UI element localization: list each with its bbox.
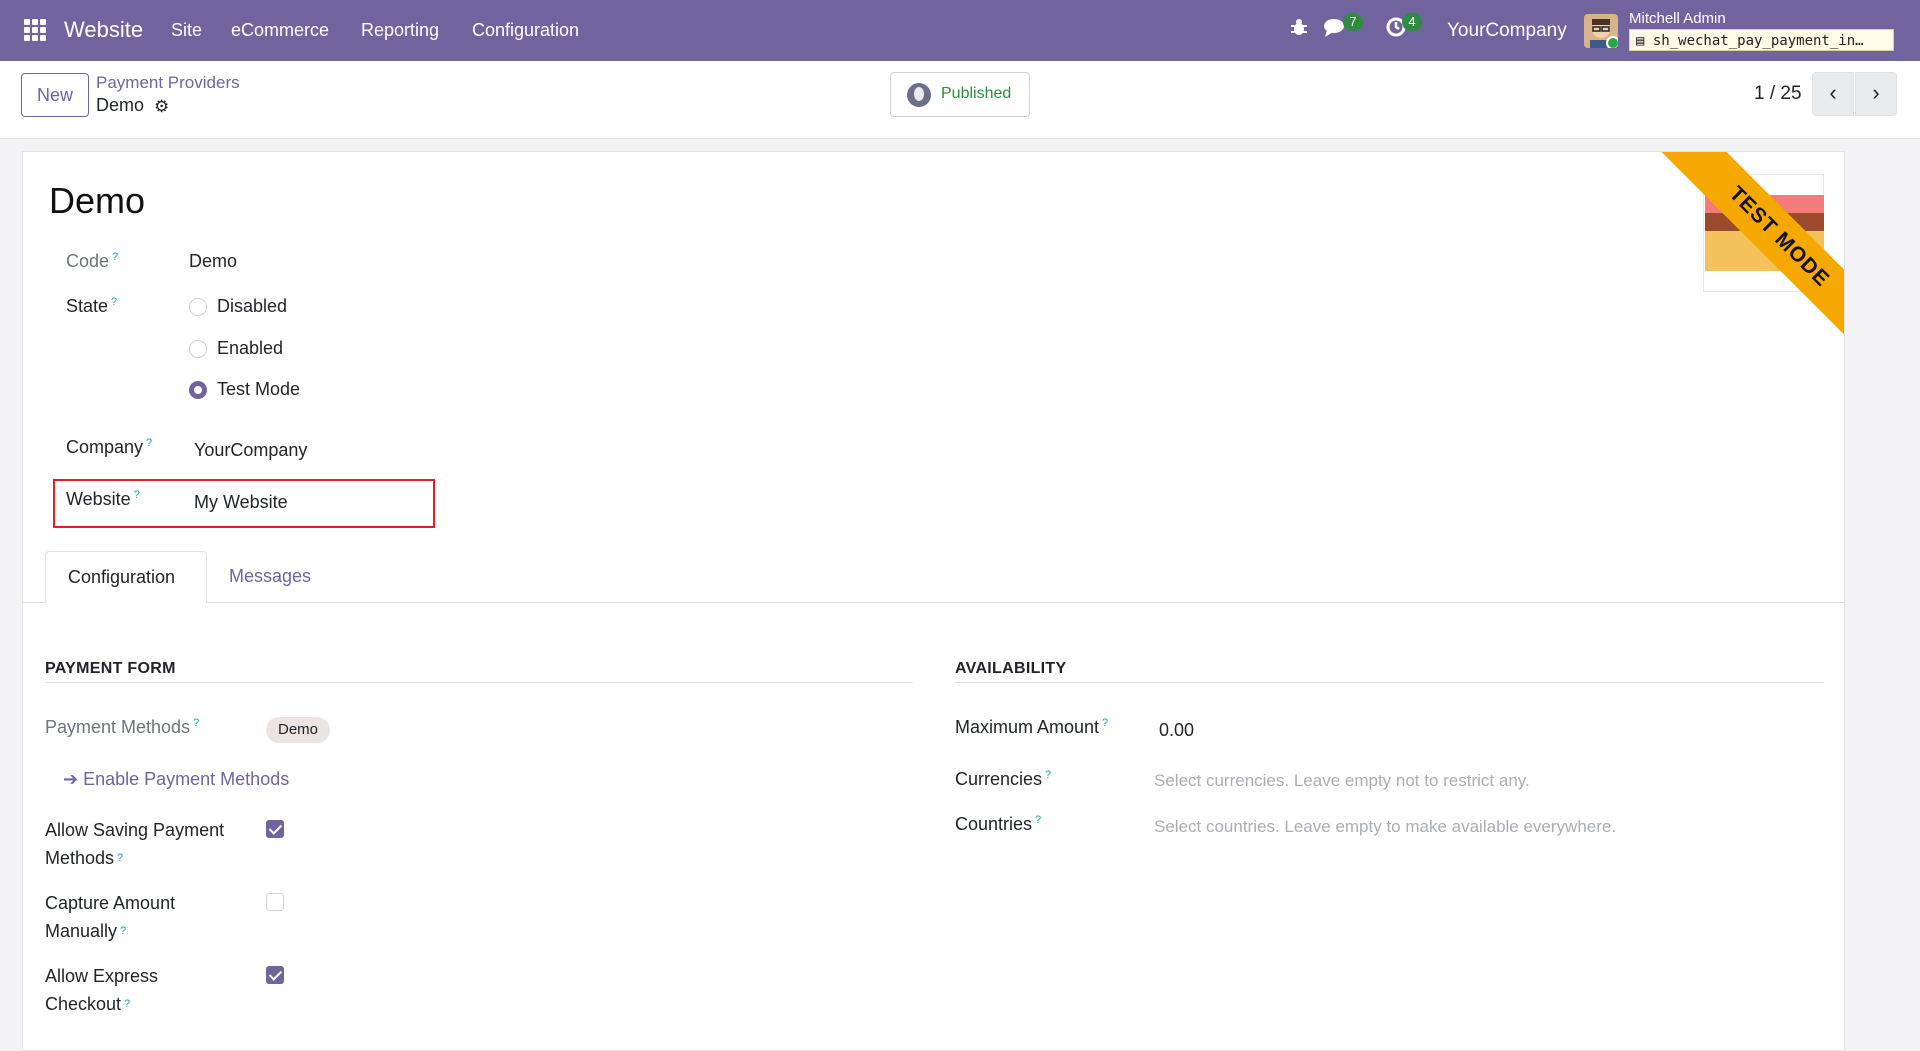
enable-payment-methods-label: Enable Payment Methods (83, 769, 290, 789)
website-label-text: Website (66, 489, 131, 509)
record-title[interactable]: Demo (49, 180, 145, 222)
code-label-text: Code (66, 251, 110, 271)
debug-bug-icon[interactable] (1289, 16, 1309, 44)
pager-previous-button[interactable]: ‹ (1812, 72, 1854, 116)
breadcrumb-payment-providers[interactable]: Payment Providers (96, 73, 240, 93)
help-icon[interactable]: ? (124, 998, 130, 1010)
countries-label: Countries? (955, 814, 1041, 835)
allow-saving-label-line1: Allow Saving Payment (45, 820, 225, 840)
allow-saving-label-line2: Methods (45, 848, 115, 868)
state-radio-enabled[interactable] (189, 340, 207, 358)
capture-label-line2: Manually (45, 921, 118, 941)
gear-icon[interactable]: ⚙ (154, 97, 169, 117)
code-label: Code? (66, 251, 118, 272)
help-icon[interactable]: ? (1045, 769, 1051, 781)
capture-manually-checkbox[interactable] (266, 893, 284, 911)
state-label: State? (66, 296, 117, 317)
chevron-right-icon: › (1872, 80, 1880, 105)
messages-count-badge: 7 (1343, 13, 1363, 31)
chevron-left-icon: ‹ (1829, 80, 1837, 105)
maximum-amount-label: Maximum Amount? (955, 717, 1108, 738)
payment-methods-label-text: Payment Methods (45, 717, 191, 737)
code-value: Demo (189, 251, 238, 271)
app-grid-icon[interactable] (24, 19, 46, 41)
countries-label-text: Countries (955, 814, 1033, 834)
user-avatar[interactable] (1584, 14, 1618, 48)
menu-ecommerce[interactable]: eCommerce (231, 20, 329, 41)
app-brand[interactable]: Website (64, 17, 143, 43)
state-option-test-mode[interactable]: Test Mode (217, 379, 300, 400)
enable-payment-methods-button[interactable]: ➔ Enable Payment Methods (63, 769, 289, 790)
currencies-input[interactable]: Select currencies. Leave empty not to re… (1154, 771, 1530, 791)
express-label-line1: Allow Express (45, 966, 159, 986)
state-radio-test-mode[interactable] (189, 381, 207, 399)
breadcrumb-current: Demo (96, 95, 145, 115)
website-label: Website? (66, 489, 140, 510)
website-value[interactable]: My Website (194, 492, 288, 513)
capture-label-line1: Capture Amount (45, 893, 176, 913)
help-icon[interactable]: ? (117, 852, 123, 864)
form-sheet: TEST MODE Demo Code? Demo State? Disable… (22, 151, 1845, 1051)
ribbon-text: TEST MODE (1656, 152, 1844, 360)
company-switcher[interactable]: YourCompany (1447, 20, 1567, 42)
availability-title: AVAILABILITY (955, 660, 1067, 677)
capture-manually-label: Capture Amount Manually? (45, 889, 175, 945)
database-name: ▤ sh_wechat_pay_payment_in… (1629, 29, 1894, 51)
help-icon[interactable]: ? (146, 437, 152, 449)
help-icon[interactable]: ? (111, 296, 117, 308)
pager-value[interactable]: 1 / 25 (1754, 83, 1802, 105)
state-option-disabled[interactable]: Disabled (217, 296, 287, 317)
company-label-text: Company (66, 437, 144, 457)
help-icon[interactable]: ? (193, 717, 199, 729)
payment-form-title: PAYMENT FORM (45, 660, 176, 677)
top-navbar: Website Site eCommerce Reporting Configu… (0, 0, 1920, 61)
maximum-amount-label-text: Maximum Amount (955, 717, 1100, 737)
company-value[interactable]: YourCompany (194, 440, 307, 461)
express-checkout-label: Allow Express Checkout? (45, 962, 158, 1018)
tab-configuration[interactable]: Configuration (45, 551, 207, 603)
payment-methods-label: Payment Methods? (45, 717, 199, 738)
menu-site[interactable]: Site (171, 20, 202, 41)
state-option-enabled[interactable]: Enabled (217, 338, 283, 359)
help-icon[interactable]: ? (134, 489, 140, 501)
help-icon[interactable]: ? (120, 925, 126, 937)
arrow-right-icon: ➔ (63, 769, 84, 789)
pager-next-button[interactable]: › (1855, 72, 1897, 116)
online-status-icon (1606, 36, 1618, 48)
database-icon: ▤ (1636, 33, 1653, 49)
maximum-amount-input[interactable]: 0.00 (1159, 720, 1194, 741)
availability-divider (955, 682, 1824, 683)
help-icon[interactable]: ? (1035, 814, 1041, 826)
menu-reporting[interactable]: Reporting (361, 20, 439, 41)
countries-input[interactable]: Select countries. Leave empty to make av… (1154, 817, 1616, 837)
allow-saving-label: Allow Saving Payment Methods? (45, 816, 224, 872)
express-label-line2: Checkout (45, 994, 122, 1014)
state-radio-disabled[interactable] (189, 298, 207, 316)
help-icon[interactable]: ? (112, 251, 118, 263)
express-checkout-checkbox[interactable] (266, 966, 284, 984)
state-label-text: State (66, 296, 109, 316)
payment-method-tag[interactable]: Demo (266, 717, 331, 743)
activities-count-badge: 4 (1402, 13, 1422, 31)
globe-icon (907, 83, 931, 107)
test-mode-ribbon: TEST MODE (1613, 152, 1844, 385)
currencies-label-text: Currencies (955, 769, 1043, 789)
notebook-tabs: Configuration Messages (23, 551, 1844, 603)
company-label: Company? (66, 437, 152, 458)
help-icon[interactable]: ? (1102, 717, 1108, 729)
published-button[interactable]: Published (890, 72, 1030, 117)
currencies-label: Currencies? (955, 769, 1051, 790)
published-label: Published (941, 85, 1012, 102)
menu-configuration[interactable]: Configuration (472, 20, 579, 41)
control-panel: New Payment Providers Demo ⚙ Published 1… (0, 61, 1920, 139)
user-name[interactable]: Mitchell Admin (1629, 10, 1726, 27)
allow-saving-checkbox[interactable] (266, 820, 284, 838)
database-name-text: sh_wechat_pay_payment_in… (1652, 33, 1864, 49)
new-button[interactable]: New (21, 73, 89, 117)
tab-messages[interactable]: Messages (207, 551, 333, 603)
payment-form-divider (45, 682, 913, 683)
